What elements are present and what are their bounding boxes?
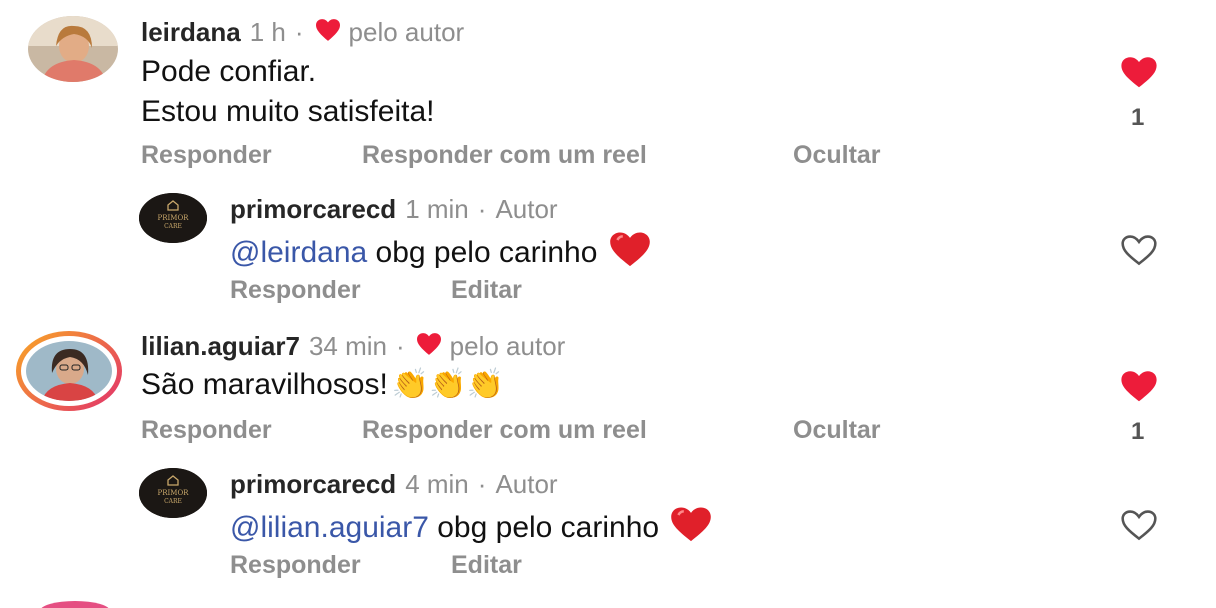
timestamp: 1 h [249, 17, 286, 47]
timestamp: 34 min [308, 331, 387, 361]
reply-header: primorcarecd 1 min · Autor [230, 194, 558, 225]
comments-thread: leirdana 1 h · pelo autor Pode confiar. … [0, 0, 1216, 608]
author-badge: Autor [495, 194, 558, 224]
timestamp: 4 min [405, 469, 469, 499]
like-button[interactable] [1116, 509, 1162, 546]
liked-by-author-label: pelo autor [449, 331, 566, 361]
heart-icon [313, 18, 343, 47]
separator: · [477, 469, 487, 499]
comment-header: leirdana 1 h · pelo autor [141, 17, 464, 48]
reply-with-reel-button[interactable]: Responder com um reel [362, 141, 647, 170]
edit-button[interactable]: Editar [451, 551, 522, 580]
logo-text: PRIMOR [158, 214, 190, 222]
logo-text: CARE [164, 223, 182, 230]
reply-button[interactable]: Responder [230, 276, 361, 305]
mention-link[interactable]: @lilian.aguiar7 [230, 511, 429, 545]
reply-body: obg pelo carinho [428, 511, 668, 544]
reply-text: @lilian.aguiar7 obg pelo carinho [230, 506, 715, 550]
clapping-hands-emoji: 👏👏👏 [391, 367, 504, 402]
reply-body: obg pelo carinho [367, 236, 606, 269]
reply-text: @leirdana obg pelo carinho [230, 231, 654, 275]
like-button[interactable] [1116, 234, 1162, 271]
username[interactable]: primorcarecd [230, 469, 396, 500]
avatar-primorcarecd[interactable]: PRIMOR CARE [139, 468, 207, 518]
reply-with-reel-button[interactable]: Responder com um reel [362, 416, 647, 445]
like-button[interactable] [1116, 56, 1162, 93]
next-comment-avatar-partial [40, 601, 110, 608]
username[interactable]: lilian.aguiar7 [141, 331, 300, 362]
separator: · [294, 17, 304, 47]
timestamp: 1 min [405, 194, 469, 224]
separator: · [477, 194, 487, 224]
comment-body: São maravilhosos! [141, 367, 388, 401]
liked-by-author-label: pelo autor [348, 17, 465, 47]
like-count: 1 [1131, 104, 1145, 131]
reply-header: primorcarecd 4 min · Autor [230, 469, 558, 500]
heart-emoji [667, 506, 715, 550]
edit-button[interactable]: Editar [451, 276, 522, 305]
avatar-primorcarecd[interactable]: PRIMOR CARE [139, 193, 207, 243]
heart-icon [414, 332, 444, 361]
heart-outline-icon [1116, 510, 1162, 545]
separator: · [396, 331, 405, 361]
like-button[interactable] [1116, 370, 1162, 407]
username[interactable]: leirdana [141, 17, 241, 48]
hide-button[interactable]: Ocultar [793, 141, 881, 170]
like-count: 1 [1131, 418, 1145, 445]
heart-filled-icon [1116, 57, 1162, 92]
avatar-leirdana[interactable] [28, 16, 118, 82]
reply-button[interactable]: Responder [230, 551, 361, 580]
comment-header: lilian.aguiar7 34 min · pelo autor [141, 331, 565, 362]
comment-text-line-1: Pode confiar. [141, 55, 317, 88]
hide-button[interactable]: Ocultar [793, 416, 881, 445]
comment-text-line-2: Estou muito satisfeita! [141, 95, 435, 128]
author-badge: Autor [495, 469, 558, 499]
comment-text: São maravilhosos! 👏👏👏 [141, 367, 504, 402]
heart-filled-icon [1116, 371, 1162, 406]
username[interactable]: primorcarecd [230, 194, 396, 225]
logo-text: PRIMOR [158, 489, 190, 497]
logo-text: CARE [164, 498, 182, 505]
mention-link[interactable]: @leirdana [230, 236, 367, 270]
reply-button[interactable]: Responder [141, 416, 272, 445]
heart-outline-icon [1116, 235, 1162, 270]
avatar-lilian-aguiar7[interactable] [16, 331, 122, 411]
reply-button[interactable]: Responder [141, 141, 272, 170]
heart-emoji [606, 231, 654, 275]
